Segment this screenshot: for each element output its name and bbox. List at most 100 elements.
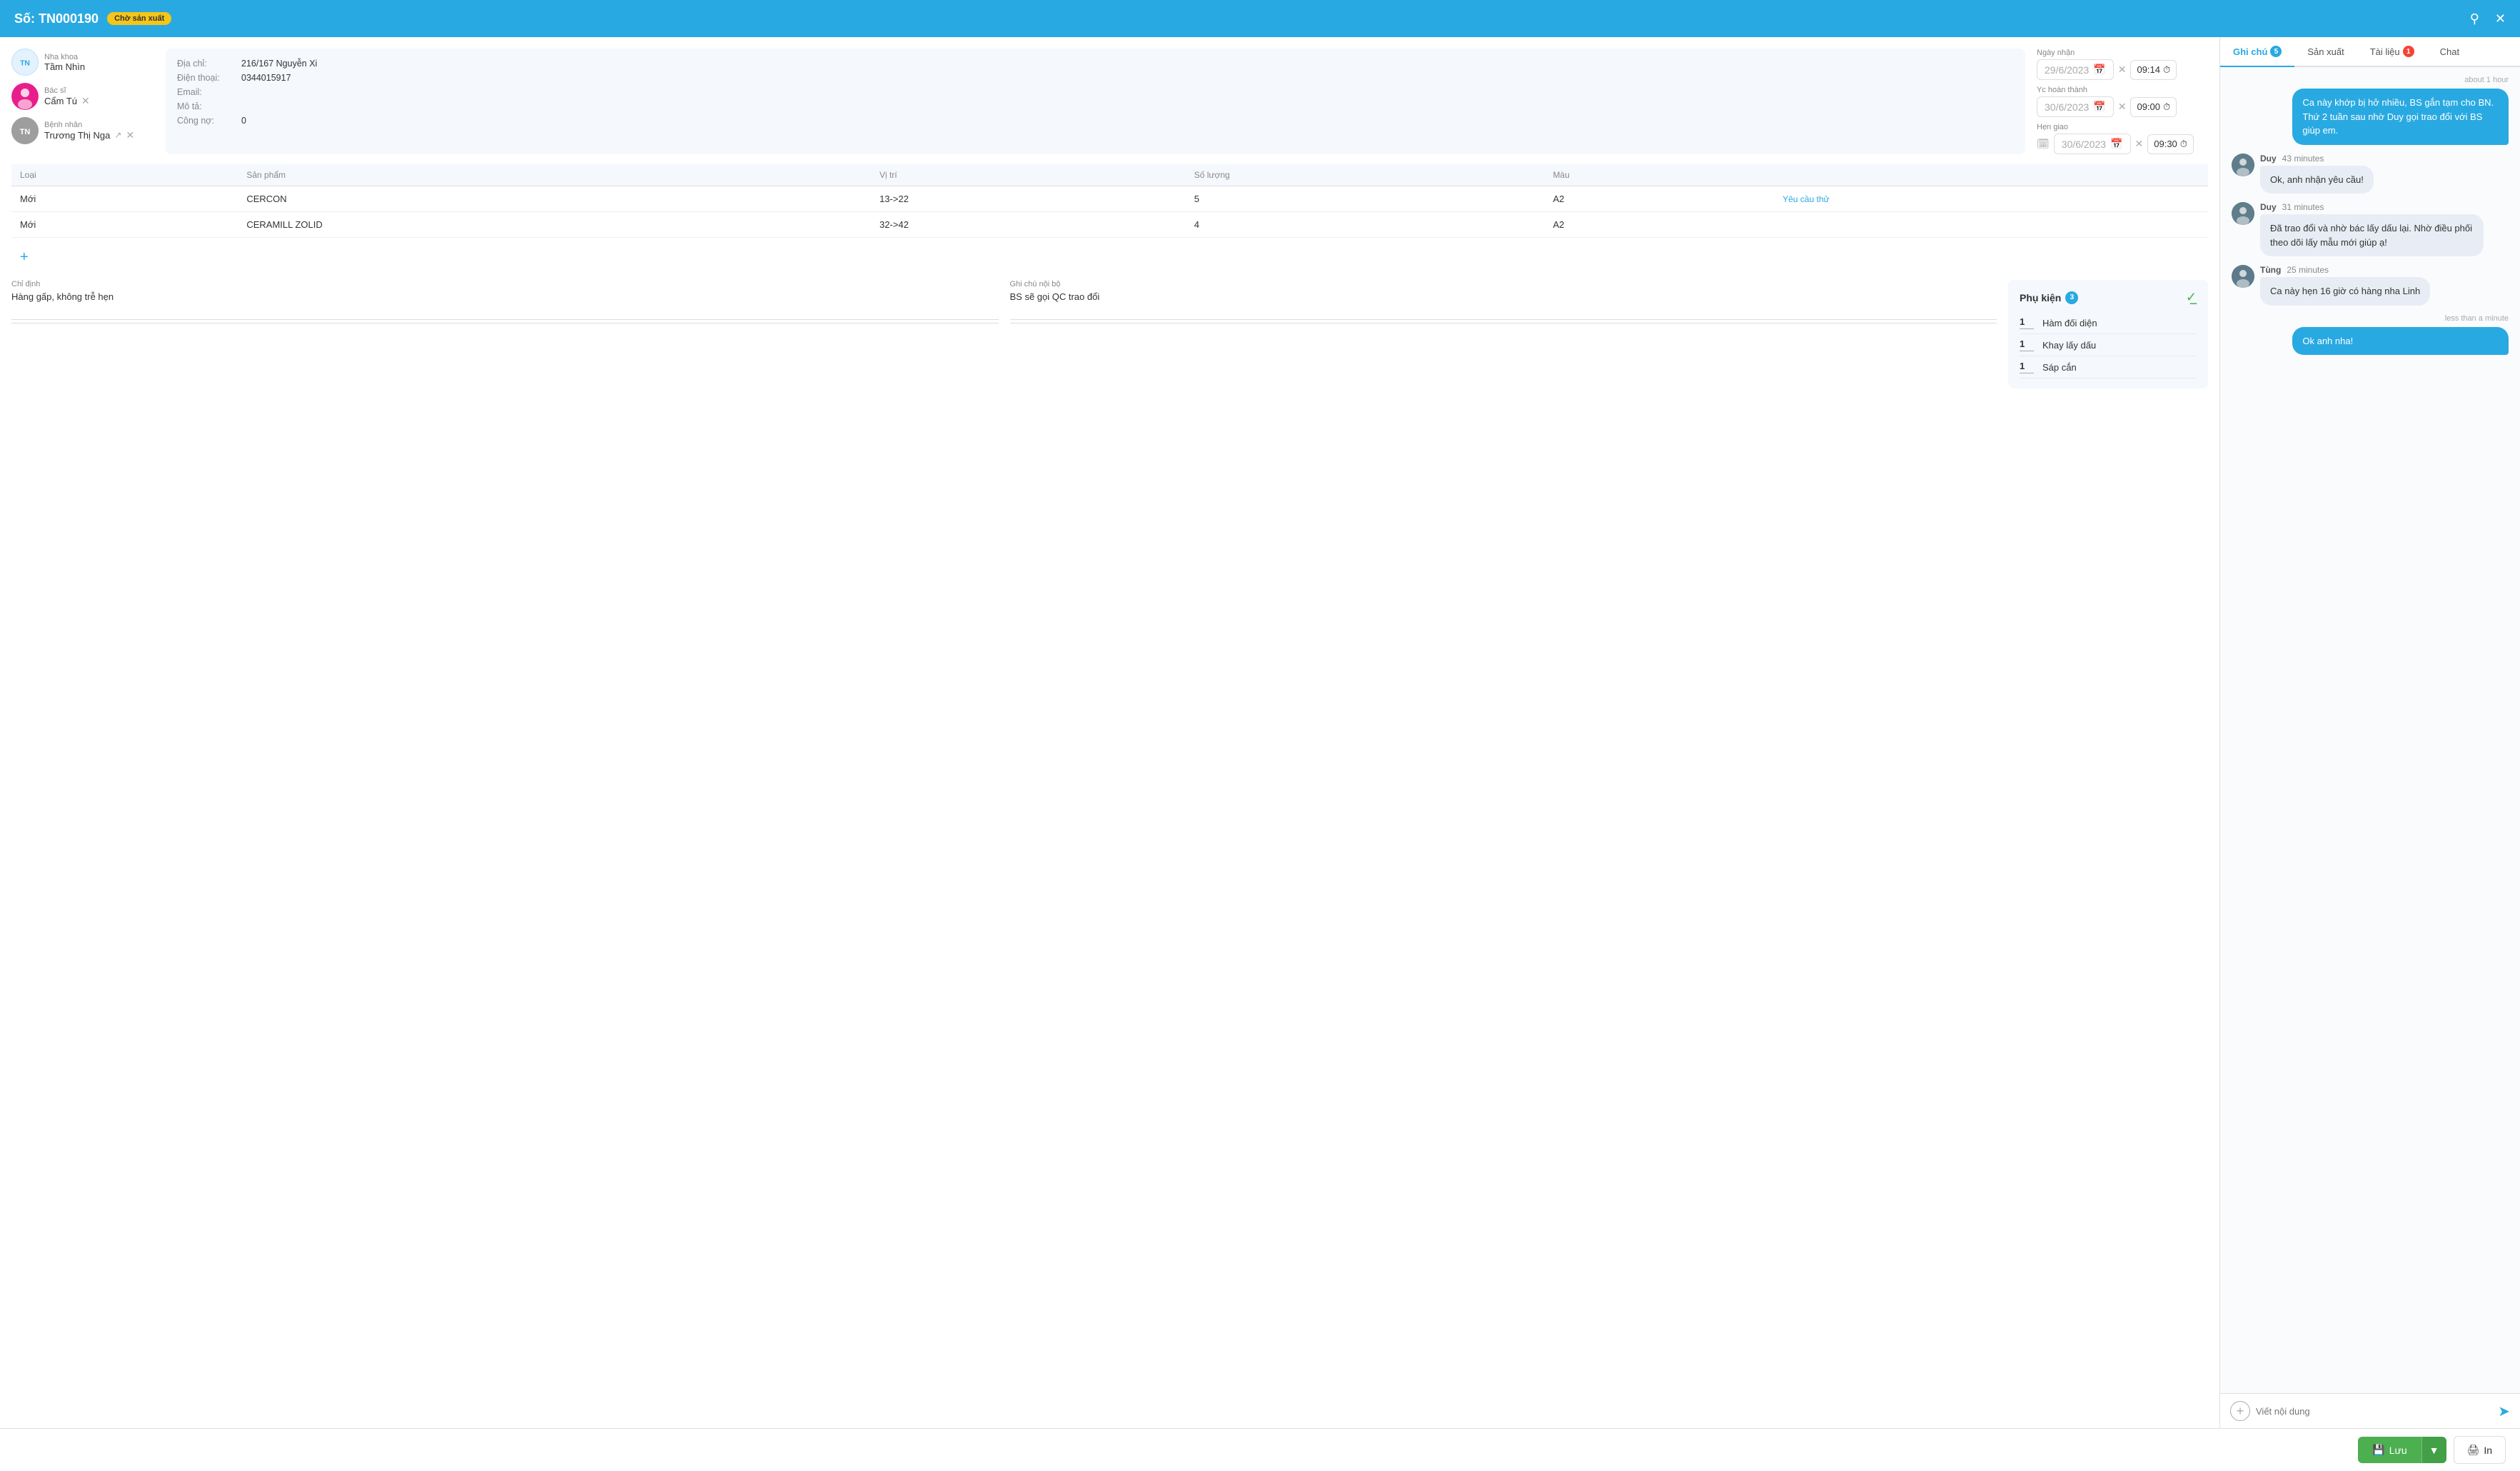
col-san-pham: Sản phẩm <box>238 164 871 186</box>
print-button[interactable]: 🖨 In <box>2454 1436 2506 1464</box>
ngay-nhan-input[interactable]: 29/6/2023 📅 <box>2037 59 2114 80</box>
ghi-chu-label: Ghi chú nội bộ <box>1010 280 1997 288</box>
tai-lieu-badge: 1 <box>2403 46 2414 57</box>
clear-patient-icon[interactable]: ✕ <box>126 129 134 141</box>
clear-ngay-nhan[interactable]: ✕ <box>2118 64 2127 76</box>
chat-msg-duy-2-content: Duy 31 minutes Đã trao đổi và nhờ bác lấ… <box>2260 202 2509 256</box>
add-row: + <box>11 244 2208 271</box>
date-section: Ngày nhận 29/6/2023 📅 ✕ 09:14 ⏱ <box>2037 49 2208 154</box>
col-loai: Loại <box>11 164 238 186</box>
close-icon[interactable]: ✕ <box>2495 11 2506 26</box>
ngay-nhan-time[interactable]: 09:14 ⏱ <box>2130 60 2177 80</box>
clock-icon-2[interactable]: ⏱ <box>2163 101 2170 113</box>
chat-bubble-tung: Ca này hẹn 16 giờ có hàng nha Linh <box>2260 277 2430 306</box>
chat-attach-button[interactable]: + <box>2230 1401 2250 1421</box>
status-badge: Chờ sản xuất <box>107 12 171 25</box>
clear-doctor-icon[interactable]: ✕ <box>81 95 90 107</box>
header-title: Số: TN000190 <box>14 11 99 26</box>
add-product-button[interactable]: + <box>20 249 29 266</box>
clock-icon-1[interactable]: ⏱ <box>2163 64 2170 76</box>
left-panel: TN Nha khoa Tầm Nhìn Bác sĩ <box>0 37 2220 1428</box>
clock-icon-3[interactable]: ⏱ <box>2180 139 2187 150</box>
clear-hen-giao[interactable]: ✕ <box>2135 138 2144 150</box>
address-dia-chi: Địa chỉ: 216/167 Nguyễn Xi <box>177 59 2014 69</box>
hen-giao-row: Hẹn giao 🗓 30/6/2023 📅 ✕ 09:30 ⏱ <box>2037 123 2208 154</box>
ghi-chu-value: BS sẽ gọi QC trao đổi <box>1010 291 1997 320</box>
chat-messages: about 1 hour Ca này khớp bị hở nhiều, BS… <box>2220 67 2520 1393</box>
cell-vi-tri: 32->42 <box>871 212 1186 238</box>
chat-msg-tung-content: Tùng 25 minutes Ca này hẹn 16 giờ có hàn… <box>2260 265 2509 306</box>
doctor-info: Bác sĩ Cẩm Tú ✕ <box>11 83 154 110</box>
main-container: Số: TN000190 Chờ sản xuất ⚲ ✕ TN Nha kh <box>0 0 2520 1471</box>
chat-input-area: + ➤ <box>2220 1393 2520 1428</box>
doctor-label: Bác sĩ <box>44 86 154 95</box>
avatar-tung <box>2232 265 2254 288</box>
content-area: TN Nha khoa Tầm Nhìn Bác sĩ <box>0 37 2520 1428</box>
chat-time-2: less than a minute <box>2232 314 2509 323</box>
col-vi-tri: Vị trí <box>871 164 1186 186</box>
chat-sender-duy-1: Duy 43 minutes <box>2260 154 2509 164</box>
tab-tai-lieu[interactable]: Tài liệu 1 <box>2357 37 2427 66</box>
tab-san-xuat[interactable]: Sản xuất <box>2294 37 2357 66</box>
phukien-name: Hàm đối diện <box>2042 318 2097 328</box>
patient-label: Bệnh nhân <box>44 121 154 129</box>
yc-hoan-thanh-time[interactable]: 09:00 ⏱ <box>2130 97 2177 117</box>
chi-dinh-label: Chỉ định <box>11 280 999 288</box>
chat-bubble-self-1: Ca này khớp bị hở nhiều, BS gắn tạm cho … <box>2292 89 2509 145</box>
clear-yc-hoan-thanh[interactable]: ✕ <box>2118 101 2127 113</box>
chat-msg-duy-1: Duy 43 minutes Ok, anh nhận yêu cầu! <box>2232 154 2509 194</box>
chat-send-button[interactable]: ➤ <box>2498 1402 2510 1420</box>
address-box: Địa chỉ: 216/167 Nguyễn Xi Điện thoại: 0… <box>166 49 2025 154</box>
save-button[interactable]: 💾 Lưu <box>2358 1437 2421 1463</box>
col-mau: Màu <box>1544 164 1774 186</box>
chi-dinh-value: Hàng gấp, không trễ hẹn <box>11 291 999 320</box>
chat-bubble-duy-1: Ok, anh nhận yêu cầu! <box>2260 166 2374 194</box>
footer: 💾 Lưu ▼ 🖨 In <box>0 1428 2520 1471</box>
cell-san-pham: CERCON <box>238 186 871 212</box>
phukien-item: 1 Sáp cắn <box>2020 356 2197 378</box>
doctor-name: Cẩm Tú ✕ <box>44 95 154 107</box>
phukien-list: 1 Hàm đối diện 1 Khay lấy dấu 1 Sáp cắn <box>2020 312 2197 378</box>
cell-mau: A2 <box>1544 212 1774 238</box>
table-row: Mới CERAMILL ZOLID 32->42 4 A2 <box>11 212 2208 238</box>
chat-bubble-duy-2: Đã trao đổi và nhờ bác lấy dấu lại. Nhờ … <box>2260 214 2484 256</box>
calendar-ext-icon[interactable]: 🗓 <box>2037 138 2050 150</box>
cell-vi-tri: 13->22 <box>871 186 1186 212</box>
hen-giao-time[interactable]: 09:30 ⏱ <box>2147 134 2194 154</box>
cell-action[interactable]: Yêu cầu thử <box>1774 186 2208 212</box>
chat-input[interactable] <box>2256 1406 2492 1417</box>
calendar-icon-2[interactable]: 📅 <box>2093 101 2105 113</box>
phukien-qty: 1 <box>2020 361 2034 373</box>
tab-chat[interactable]: Chat <box>2427 37 2472 66</box>
hen-giao-input[interactable]: 30/6/2023 📅 <box>2054 134 2131 154</box>
phukien-header: Phụ kiện 3 ✓̲ <box>2020 290 2197 305</box>
tab-ghi-chu[interactable]: Ghi chú 5 <box>2220 37 2294 67</box>
cell-so-luong: 4 <box>1186 212 1545 238</box>
address-cong-no: Công nợ: 0 <box>177 116 2014 126</box>
ngay-nhan-row: Ngày nhận 29/6/2023 📅 ✕ 09:14 ⏱ <box>2037 49 2208 80</box>
external-link-icon[interactable]: ↗ <box>114 130 121 140</box>
address-dien-thoai: Điện thoại: 0344015917 <box>177 73 2014 83</box>
col-so-luong: Số lượng <box>1186 164 1545 186</box>
avatar-duy-1 <box>2232 154 2254 176</box>
phukien-qty: 1 <box>2020 338 2034 351</box>
save-dropdown-button[interactable]: ▼ <box>2421 1437 2446 1463</box>
calendar-icon-1[interactable]: 📅 <box>2093 64 2105 76</box>
phukien-name: Sáp cắn <box>2042 362 2077 373</box>
calendar-icon-3[interactable]: 📅 <box>2110 138 2122 150</box>
chat-msg-tung: Tùng 25 minutes Ca này hẹn 16 giờ có hàn… <box>2232 265 2509 306</box>
bottom-section: Chỉ định Hàng gấp, không trễ hẹn Ghi chú… <box>11 271 2208 388</box>
yc-hoan-thanh-input[interactable]: 30/6/2023 📅 <box>2037 96 2114 117</box>
cell-san-pham: CERAMILL ZOLID <box>238 212 871 238</box>
svg-text:TN: TN <box>20 60 30 68</box>
phukien-item: 1 Khay lấy dấu <box>2020 334 2197 356</box>
cell-mau: A2 <box>1544 186 1774 212</box>
hen-giao-label: Hẹn giao <box>2037 123 2208 131</box>
search-icon[interactable]: ⚲ <box>2470 11 2479 26</box>
phukien-check-icon[interactable]: ✓̲ <box>2186 290 2197 305</box>
product-table: Loại Sản phẩm Vị trí Số lượng Màu Mới CE… <box>11 164 2208 238</box>
phukien-title: Phụ kiện 3 <box>2020 291 2078 304</box>
phukien-badge: 3 <box>2065 291 2078 304</box>
cell-loai: Mới <box>11 186 238 212</box>
clinic-avatar: TN <box>11 49 39 76</box>
